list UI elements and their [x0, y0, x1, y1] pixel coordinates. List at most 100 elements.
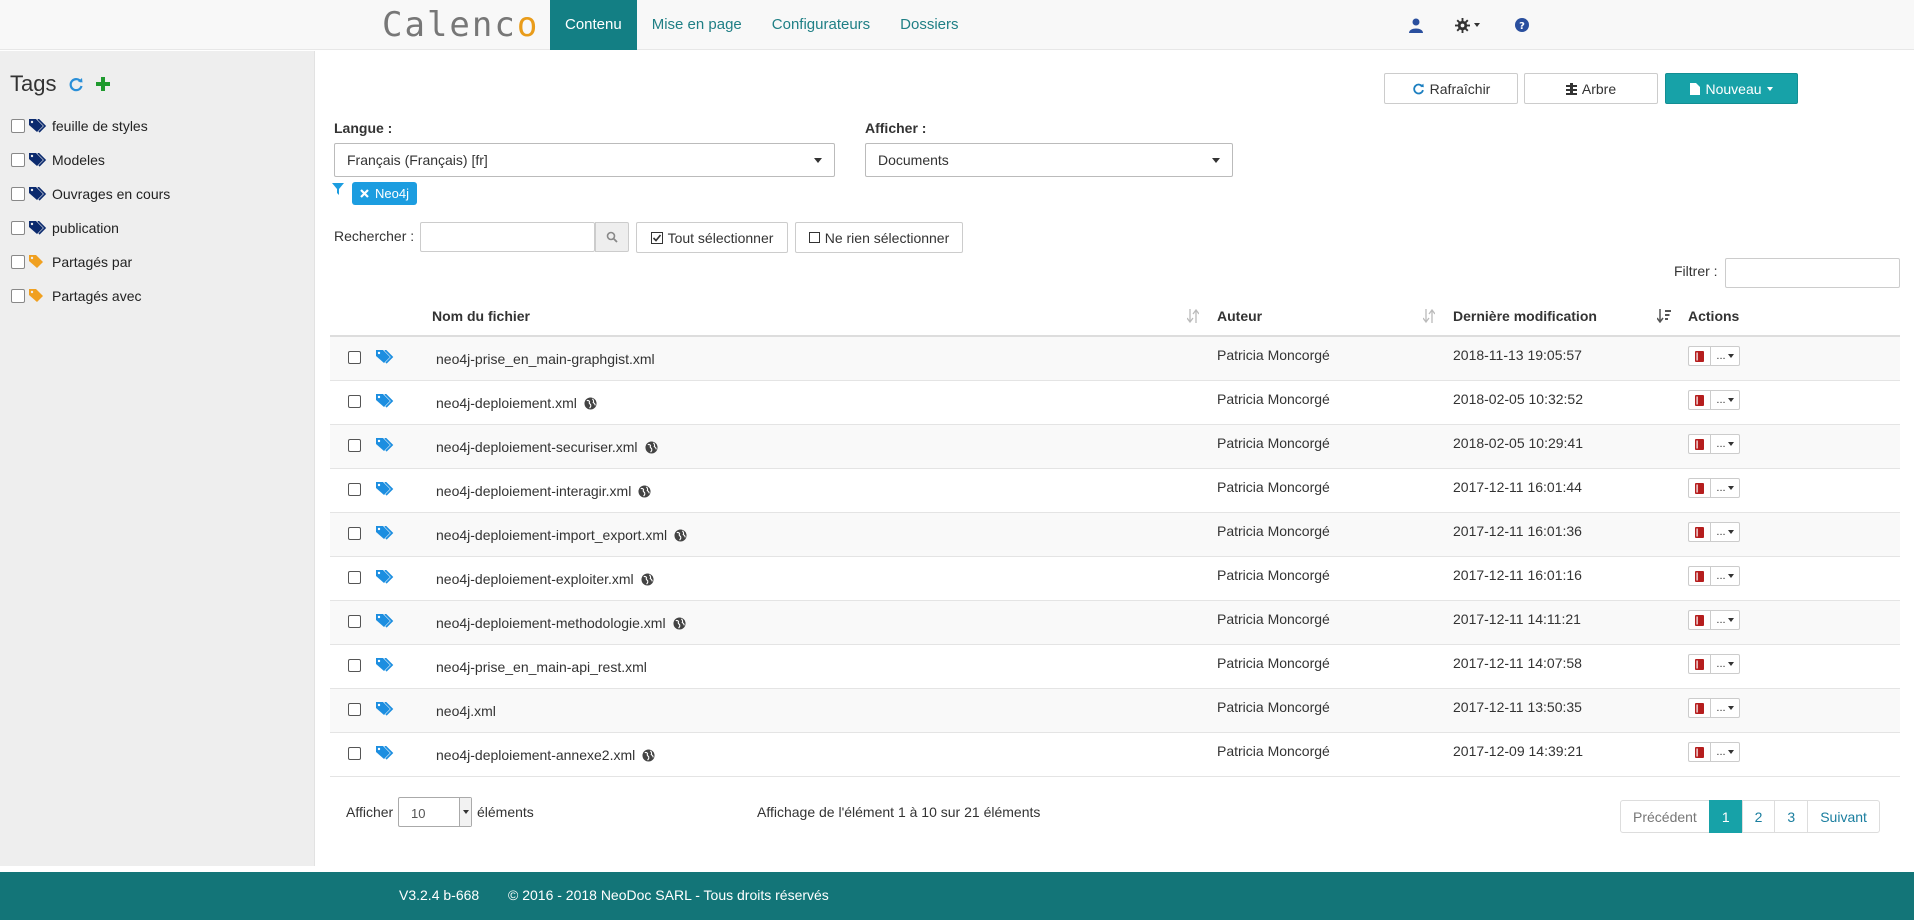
refresh-icon[interactable] [68, 76, 84, 92]
refresh-button[interactable]: Rafraîchir [1384, 73, 1518, 104]
file-name[interactable]: neo4j-deploiement.xml [436, 395, 577, 411]
more-actions-button[interactable]: ... [1710, 610, 1740, 630]
row-tags-button[interactable] [376, 525, 396, 543]
more-actions-button[interactable]: ... [1710, 434, 1740, 454]
file-name-cell[interactable]: neo4j-deploiement-interagir.xml [436, 483, 651, 499]
close-icon[interactable] [360, 189, 369, 198]
file-name-cell[interactable]: neo4j.xml [436, 703, 496, 719]
more-actions-button[interactable]: ... [1710, 522, 1740, 542]
sort-icon[interactable] [1187, 309, 1199, 323]
sort-desc-icon[interactable] [1657, 309, 1671, 323]
file-name-cell[interactable]: neo4j-deploiement-annexe2.xml [436, 747, 655, 763]
pagination-page-1[interactable]: 1 [1708, 800, 1743, 833]
file-name[interactable]: neo4j-deploiement-methodologie.xml [436, 615, 666, 631]
row-checkbox[interactable] [348, 483, 361, 496]
tag-partages-avec[interactable]: Partagés avec [11, 286, 142, 306]
table-row[interactable]: neo4j-deploiement-import_export.xml Patri… [330, 513, 1900, 557]
col-author-header[interactable]: Auteur [1217, 308, 1262, 324]
file-name[interactable]: neo4j-deploiement-securiser.xml [436, 439, 638, 455]
more-actions-button[interactable]: ... [1710, 478, 1740, 498]
more-actions-button[interactable]: ... [1710, 654, 1740, 674]
new-button[interactable]: Nouveau [1665, 73, 1798, 104]
pdf-button[interactable] [1688, 434, 1710, 454]
row-tags-button[interactable] [376, 349, 396, 367]
file-name-cell[interactable]: neo4j-deploiement-securiser.xml [436, 439, 658, 455]
table-row[interactable]: neo4j-prise_en_main-graphgist.xml Patrici… [330, 337, 1900, 381]
tab-mise-en-page[interactable]: Mise en page [637, 0, 757, 50]
tag-checkbox[interactable] [11, 119, 25, 133]
row-tags-button[interactable] [376, 657, 396, 675]
afficher-select[interactable]: Documents [865, 143, 1233, 177]
filtrer-input[interactable] [1725, 258, 1900, 288]
row-checkbox[interactable] [348, 527, 361, 540]
pdf-button[interactable] [1688, 390, 1710, 410]
tab-configurateurs[interactable]: Configurateurs [757, 0, 885, 50]
file-name-cell[interactable]: neo4j-deploiement-exploiter.xml [436, 571, 654, 587]
pagination-page-2[interactable]: 2 [1741, 800, 1776, 833]
tag-checkbox[interactable] [11, 289, 25, 303]
file-name-cell[interactable]: neo4j-deploiement.xml [436, 395, 597, 411]
tag-publication[interactable]: publication [11, 218, 119, 238]
pdf-button[interactable] [1688, 346, 1710, 366]
file-name[interactable]: neo4j-deploiement-import_export.xml [436, 527, 667, 543]
table-row[interactable]: neo4j-deploiement-interagir.xml Patricia … [330, 469, 1900, 513]
more-actions-button[interactable]: ... [1710, 698, 1740, 718]
search-input[interactable] [420, 222, 595, 252]
settings-dropdown[interactable] [1442, 0, 1492, 50]
more-actions-button[interactable]: ... [1710, 390, 1740, 410]
file-name-cell[interactable]: neo4j-prise_en_main-graphgist.xml [436, 351, 655, 367]
col-date-header[interactable]: Dernière modification [1453, 308, 1597, 324]
langue-select[interactable]: Français (Français) [fr] [334, 143, 835, 177]
file-name[interactable]: neo4j-prise_en_main-api_rest.xml [436, 659, 647, 675]
file-name[interactable]: neo4j-prise_en_main-graphgist.xml [436, 351, 655, 367]
row-checkbox[interactable] [348, 439, 361, 452]
row-checkbox[interactable] [348, 571, 361, 584]
length-spinner[interactable] [459, 798, 471, 826]
row-tags-button[interactable] [376, 745, 396, 763]
pdf-button[interactable] [1688, 742, 1710, 762]
pagination-page-3[interactable]: 3 [1774, 800, 1809, 833]
file-name[interactable]: neo4j-deploiement-exploiter.xml [436, 571, 634, 587]
sort-icon[interactable] [1423, 309, 1435, 323]
tag-checkbox[interactable] [11, 255, 25, 269]
file-name[interactable]: neo4j-deploiement-annexe2.xml [436, 747, 635, 763]
table-row[interactable]: neo4j.xml Patricia Moncorgé 2017-12-11 13:… [330, 689, 1900, 733]
table-row[interactable]: neo4j-deploiement-exploiter.xml Patricia … [330, 557, 1900, 601]
pdf-button[interactable] [1688, 522, 1710, 542]
select-none-button[interactable]: Ne rien sélectionner [795, 222, 963, 253]
pdf-button[interactable] [1688, 566, 1710, 586]
tag-partages-par[interactable]: Partagés par [11, 252, 132, 272]
calenco-logo[interactable]: Calenco [382, 6, 539, 44]
filter-chip-neo4j[interactable]: Neo4j [352, 182, 417, 205]
row-tags-button[interactable] [376, 701, 396, 719]
row-tags-button[interactable] [376, 481, 396, 499]
row-tags-button[interactable] [376, 393, 396, 411]
table-row[interactable]: neo4j-prise_en_main-api_rest.xml Patricia… [330, 645, 1900, 689]
tree-button[interactable]: Arbre [1524, 73, 1658, 104]
add-tag-icon[interactable] [96, 77, 111, 91]
row-checkbox[interactable] [348, 659, 361, 672]
tab-contenu[interactable]: Contenu [550, 0, 637, 50]
tag-feuille-de-styles[interactable]: feuille de styles [11, 116, 148, 136]
page-length-select[interactable]: 10 [398, 797, 472, 827]
row-tags-button[interactable] [376, 613, 396, 631]
file-name[interactable]: neo4j.xml [436, 703, 496, 719]
row-checkbox[interactable] [348, 703, 361, 716]
user-icon[interactable] [1400, 0, 1432, 50]
file-name-cell[interactable]: neo4j-deploiement-methodologie.xml [436, 615, 686, 631]
tab-dossiers[interactable]: Dossiers [885, 0, 973, 50]
file-name-cell[interactable]: neo4j-prise_en_main-api_rest.xml [436, 659, 647, 675]
tag-ouvrages-en-cours[interactable]: Ouvrages en cours [11, 184, 170, 204]
table-row[interactable]: neo4j-deploiement-methodologie.xml Patric… [330, 601, 1900, 645]
more-actions-button[interactable]: ... [1710, 566, 1740, 586]
table-row[interactable]: neo4j-deploiement-securiser.xml Patricia … [330, 425, 1900, 469]
help-icon[interactable]: ? [1506, 0, 1538, 50]
pdf-button[interactable] [1688, 610, 1710, 630]
more-actions-button[interactable]: ... [1710, 742, 1740, 762]
table-row[interactable]: neo4j-deploiement.xml Patricia Moncorgé 20… [330, 381, 1900, 425]
row-checkbox[interactable] [348, 747, 361, 760]
pagination-previous[interactable]: Précédent [1620, 800, 1710, 833]
tag-modeles[interactable]: Modeles [11, 150, 105, 170]
row-checkbox[interactable] [348, 351, 361, 364]
tag-checkbox[interactable] [11, 187, 25, 201]
